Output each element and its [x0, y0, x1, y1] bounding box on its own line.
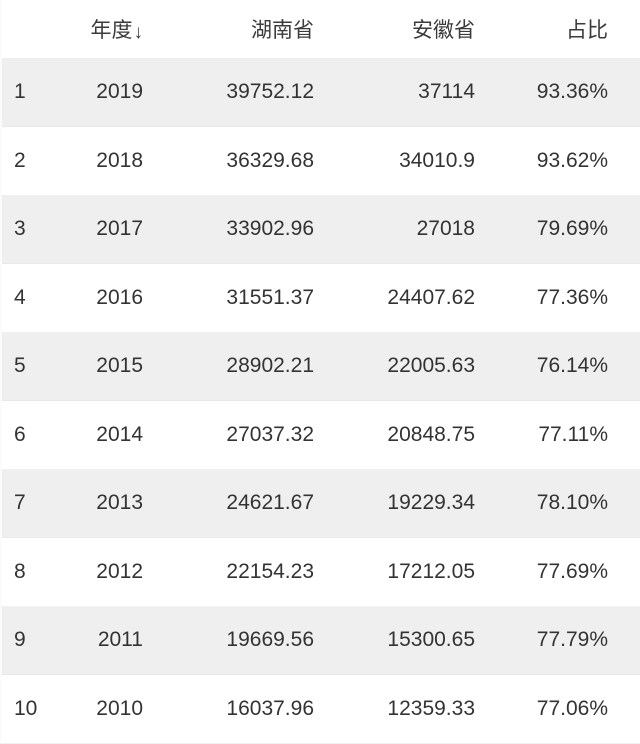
cell-anhui: 12359.33	[340, 674, 500, 744]
cell-anhui: 15300.65	[340, 606, 500, 675]
cell-year: 2018	[56, 126, 160, 196]
row-index: 8	[0, 537, 56, 607]
table-row[interactable]: 6 2014 27037.32 20848.75 77.11%	[0, 400, 640, 470]
table-body: 1 2019 39752.12 37114 93.36% 2 2018 36329.68 340…	[0, 58, 640, 744]
cell-anhui: 24407.62	[340, 263, 500, 333]
column-header-ratio-label: 占比	[566, 18, 608, 42]
cell-ratio: 77.11%	[500, 400, 640, 470]
row-index: 6	[0, 400, 56, 470]
table-row[interactable]: 3 2017 33902.96 27018 79.69%	[0, 195, 640, 264]
column-header-year[interactable]: 年度↓	[56, 0, 160, 59]
cell-anhui: 22005.63	[340, 332, 500, 401]
cell-ratio: 77.36%	[500, 263, 640, 333]
row-index: 1	[0, 58, 56, 127]
cell-year: 2012	[56, 537, 160, 607]
table-row[interactable]: 8 2012 22154.23 17212.05 77.69%	[0, 537, 640, 607]
cell-hunan: 27037.32	[160, 400, 340, 470]
cell-ratio: 76.14%	[500, 332, 640, 401]
column-header-ratio[interactable]: 占比	[500, 0, 640, 59]
row-index: 2	[0, 126, 56, 196]
cell-ratio: 79.69%	[500, 195, 640, 264]
table-row[interactable]: 2 2018 36329.68 34010.9 93.62%	[0, 126, 640, 196]
cell-ratio: 93.36%	[500, 58, 640, 127]
cell-hunan: 36329.68	[160, 126, 340, 196]
sort-descending-icon[interactable]: ↓	[134, 23, 144, 42]
table-row[interactable]: 10 2010 16037.96 12359.33 77.06%	[0, 674, 640, 744]
cell-ratio: 78.10%	[500, 469, 640, 538]
row-index: 4	[0, 263, 56, 333]
cell-anhui: 17212.05	[340, 537, 500, 607]
cell-anhui: 37114	[340, 58, 500, 127]
cell-anhui: 34010.9	[340, 126, 500, 196]
cell-year: 2013	[56, 469, 160, 538]
table-row[interactable]: 4 2016 31551.37 24407.62 77.36%	[0, 263, 640, 333]
row-index: 3	[0, 195, 56, 264]
cell-ratio: 77.06%	[500, 674, 640, 744]
cell-year: 2015	[56, 332, 160, 401]
column-header-anhui-label: 安徽省	[412, 18, 475, 42]
cell-ratio: 77.79%	[500, 606, 640, 675]
column-header-hunan[interactable]: 湖南省	[160, 0, 340, 59]
cell-year: 2017	[56, 195, 160, 264]
column-header-anhui[interactable]: 安徽省	[340, 0, 500, 59]
row-index: 7	[0, 469, 56, 538]
table-header: 年度↓ 湖南省 安徽省 占比	[0, 0, 640, 59]
cell-year: 2011	[56, 606, 160, 675]
row-index: 5	[0, 332, 56, 401]
cell-hunan: 24621.67	[160, 469, 340, 538]
cell-anhui: 27018	[340, 195, 500, 264]
cell-hunan: 28902.21	[160, 332, 340, 401]
cell-hunan: 39752.12	[160, 58, 340, 127]
header-row: 年度↓ 湖南省 安徽省 占比	[0, 0, 640, 59]
cell-hunan: 16037.96	[160, 674, 340, 744]
table-row[interactable]: 7 2013 24621.67 19229.34 78.10%	[0, 469, 640, 538]
table-row[interactable]: 9 2011 19669.56 15300.65 77.79%	[0, 606, 640, 675]
cell-ratio: 77.69%	[500, 537, 640, 607]
cell-hunan: 33902.96	[160, 195, 340, 264]
cell-anhui: 19229.34	[340, 469, 500, 538]
cell-year: 2014	[56, 400, 160, 470]
cell-hunan: 22154.23	[160, 537, 340, 607]
column-header-year-label: 年度	[90, 18, 133, 42]
row-index: 10	[0, 674, 56, 744]
cell-hunan: 31551.37	[160, 263, 340, 333]
column-header-hunan-label: 湖南省	[251, 18, 314, 42]
table-row[interactable]: 5 2015 28902.21 22005.63 76.14%	[0, 332, 640, 401]
cell-hunan: 19669.56	[160, 606, 340, 675]
row-index: 9	[0, 606, 56, 675]
cell-year: 2019	[56, 58, 160, 127]
table-row[interactable]: 1 2019 39752.12 37114 93.36%	[0, 58, 640, 127]
column-header-index	[0, 0, 56, 59]
data-table-container: 年度↓ 湖南省 安徽省 占比 1 2019 39752.12 37114 93.36% 2…	[0, 0, 640, 744]
cell-year: 2016	[56, 263, 160, 333]
statistics-table: 年度↓ 湖南省 安徽省 占比 1 2019 39752.12 37114 93.36% 2…	[0, 0, 640, 744]
cell-year: 2010	[56, 674, 160, 744]
cell-ratio: 93.62%	[500, 126, 640, 196]
cell-anhui: 20848.75	[340, 400, 500, 470]
